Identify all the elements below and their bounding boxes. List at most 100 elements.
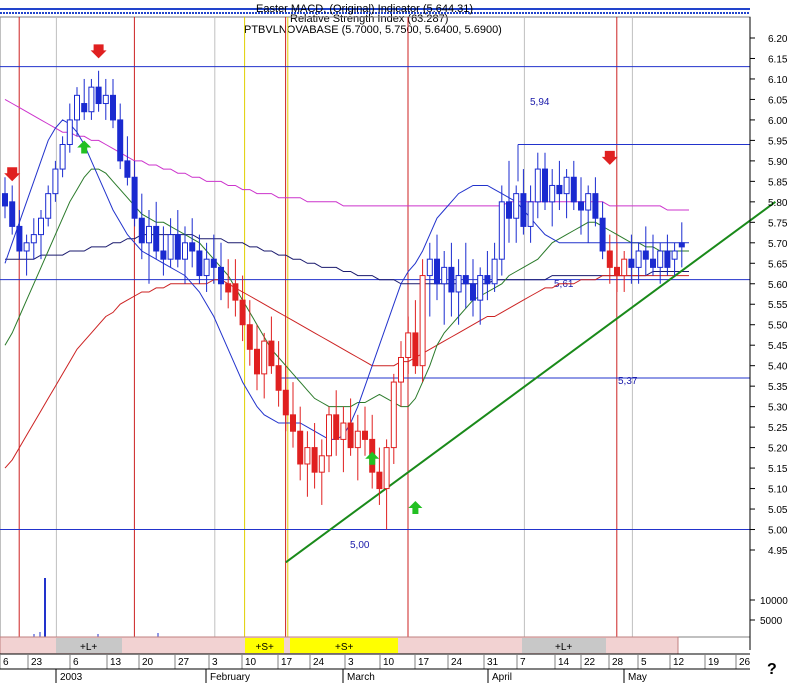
up-arrow-icon — [365, 451, 380, 465]
y-tick-label: 5.30 — [768, 403, 788, 414]
down-arrow-icon — [90, 44, 107, 59]
candle-body — [210, 258, 217, 268]
signal-band-label: +S+ — [335, 642, 354, 653]
candle-body — [203, 258, 210, 277]
candle-body — [426, 258, 433, 277]
moving-average-line — [4, 275, 689, 469]
candle-body — [534, 168, 541, 203]
x-month-label: February — [210, 672, 250, 683]
candle-body — [542, 168, 548, 203]
candle-body — [102, 94, 109, 105]
x-day-label: 7 — [520, 657, 526, 668]
y-tick-label: 6.00 — [768, 116, 788, 127]
volume-tick-label: 10000 — [760, 596, 788, 607]
y-tick-label: 5.05 — [768, 505, 788, 516]
candle-body — [246, 324, 253, 350]
candle-body — [383, 447, 390, 490]
x-day-label: 12 — [673, 657, 685, 668]
candle-body — [412, 332, 419, 367]
x-day-label: 14 — [558, 657, 570, 668]
x-day-label: 17 — [418, 657, 430, 668]
candle-body — [254, 348, 260, 375]
volume-panel — [33, 578, 159, 637]
candle-body — [9, 201, 16, 227]
x-day-label: 10 — [245, 657, 257, 668]
header-line-3: PTBVLNOVABASE (5.7000, 5.7500, 5.6400, 5… — [244, 24, 502, 36]
y-tick-label: 5.85 — [768, 177, 788, 188]
trendline-group — [285, 201, 776, 564]
candle-body — [88, 86, 95, 113]
trendline — [285, 201, 776, 564]
candle-body — [59, 143, 66, 170]
x-day-label: 27 — [178, 657, 190, 668]
candle-body — [491, 258, 498, 285]
candle-body — [678, 242, 685, 248]
x-day-label: 5 — [641, 657, 647, 668]
candle-body — [606, 250, 613, 268]
candle-body — [390, 381, 397, 449]
signal-band-label: +L+ — [80, 642, 97, 653]
y-tick-label: 5.70 — [768, 239, 788, 250]
candle-body — [23, 242, 30, 252]
volume-tick-label: 5000 — [760, 616, 783, 627]
level-label: 5,61 — [554, 279, 574, 290]
candle-body — [275, 365, 282, 391]
x-day-label: 19 — [708, 657, 720, 668]
signal-band-label: +S+ — [256, 642, 275, 653]
x-day-label: 24 — [313, 657, 325, 668]
y-tick-label: 5.25 — [768, 423, 788, 434]
candle-body — [419, 275, 426, 367]
candle-body — [671, 250, 678, 260]
y-tick-label: 5.15 — [768, 464, 788, 475]
candle-body — [326, 414, 332, 457]
candle-body — [455, 275, 462, 293]
x-axis: 6 23 6 13 20 27 3 10 17 24 3 10 17 24 31 7 14 22 28 5 12 19 26… — [0, 653, 751, 683]
horizontal-levels: 5,94 5,61 5,37 5,00 — [0, 66, 750, 551]
candle-body — [218, 266, 224, 285]
candle-body — [556, 184, 563, 195]
x-day-label: 26 — [739, 657, 751, 668]
x-day-label: 23 — [31, 657, 43, 668]
help-mark[interactable]: ? — [767, 661, 777, 678]
candle-body — [138, 217, 145, 244]
x-day-label: 24 — [451, 657, 463, 668]
y-tick-label: 5.45 — [768, 341, 788, 352]
candle-body — [347, 422, 354, 449]
candle-body — [153, 225, 160, 252]
candle-body — [563, 176, 570, 195]
x-day-label: 28 — [612, 657, 624, 668]
candle-body — [657, 250, 664, 268]
candle-body — [182, 242, 188, 260]
x-day-label: 6 — [73, 657, 79, 668]
down-arrow-icon — [601, 150, 618, 165]
candle-body — [131, 176, 138, 219]
candle-body — [52, 168, 59, 195]
y-tick-label: 6.10 — [768, 75, 788, 86]
candle-body — [642, 250, 649, 260]
candle-body — [110, 94, 116, 121]
candle-body — [239, 299, 246, 326]
x-day-label: 6 — [3, 657, 9, 668]
candle-body — [527, 201, 534, 227]
candle-body — [66, 119, 73, 145]
candle-body — [477, 275, 484, 301]
y-tick-label: 5.90 — [768, 157, 788, 168]
signal-arrows — [4, 44, 618, 514]
candle-body — [174, 234, 181, 260]
candle-body — [318, 455, 325, 473]
x-month-label: May — [628, 672, 647, 683]
x-month-label: 2003 — [60, 672, 83, 683]
candle-body — [570, 176, 577, 203]
y-tick-label: 5.60 — [768, 280, 788, 291]
candle-body — [585, 193, 592, 211]
x-day-label: 3 — [212, 657, 218, 668]
y-tick-label: 5.20 — [768, 444, 788, 455]
y-tick-label: 5.95 — [768, 136, 788, 147]
x-day-label: 20 — [142, 657, 154, 668]
x-day-label: 3 — [348, 657, 354, 668]
candle-body — [614, 266, 620, 277]
y-tick-label: 5.55 — [768, 300, 788, 311]
candle-body — [376, 471, 383, 490]
candle-body — [664, 250, 671, 268]
candle-body — [405, 332, 412, 358]
